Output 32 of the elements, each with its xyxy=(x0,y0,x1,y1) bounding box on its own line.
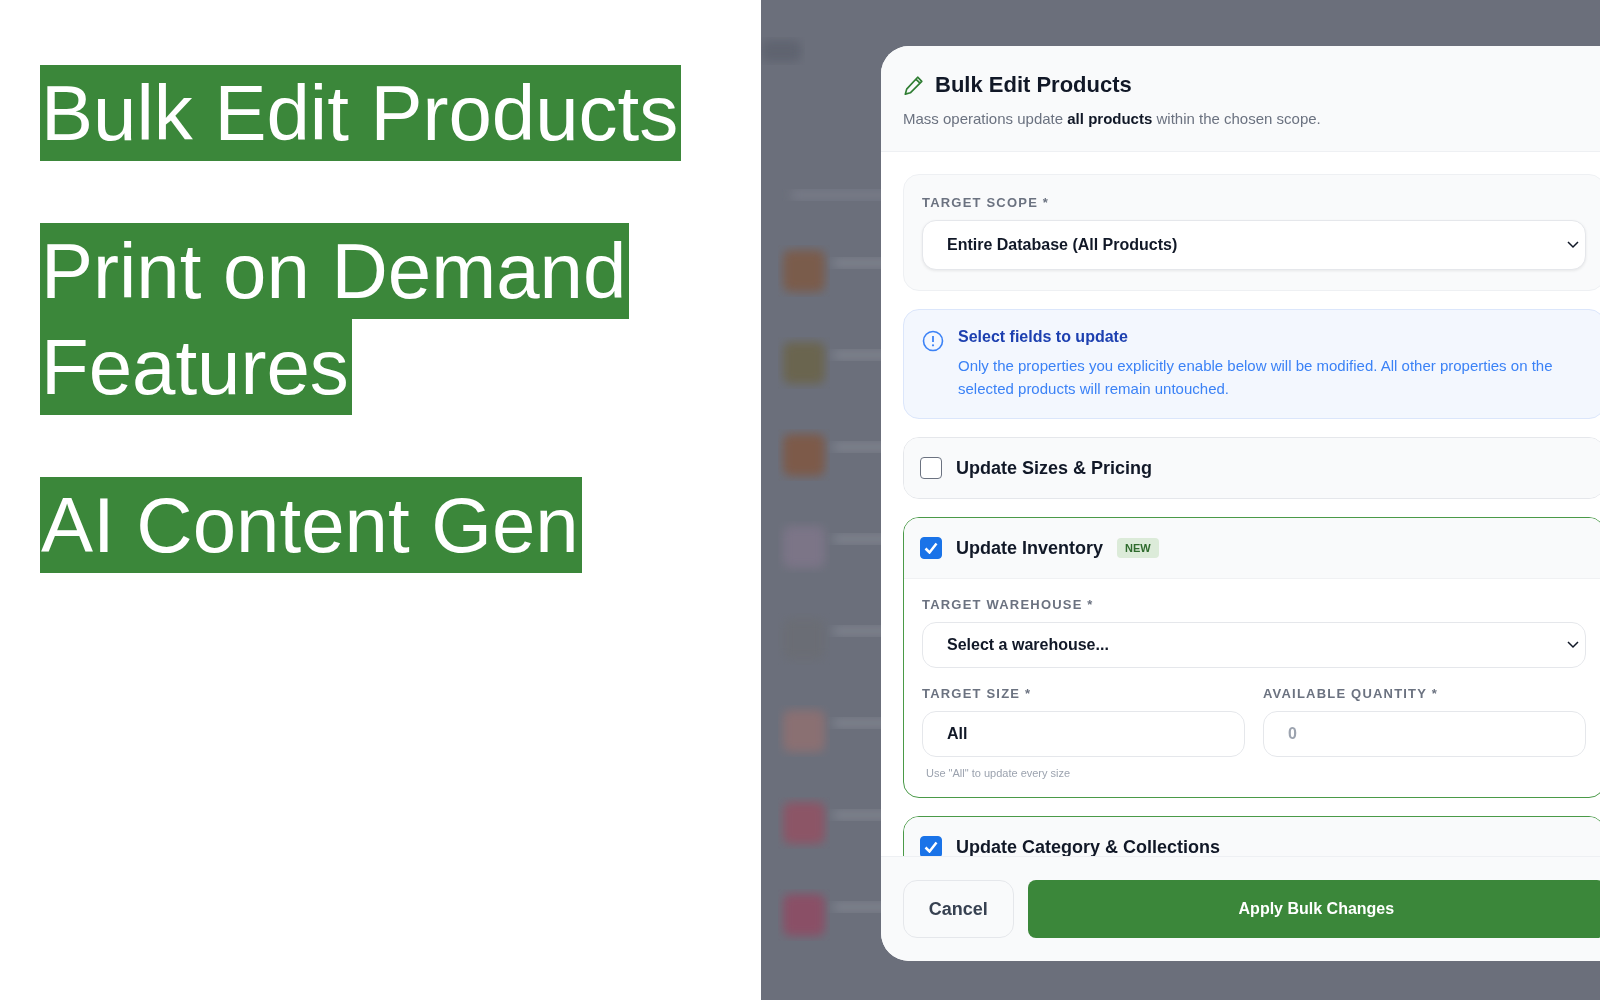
headline: Bulk Edit Products xyxy=(40,65,682,161)
notice-text: Only the properties you explicitly enable below will be modified. All other properties on the selected products will remain untouched. xyxy=(958,356,1554,399)
field-label: AVAILABLE QUANTITY * xyxy=(1263,686,1439,701)
checkbox[interactable] xyxy=(920,457,942,479)
chevron-down-icon xyxy=(1567,641,1579,649)
info-icon xyxy=(922,330,944,352)
field-label: TARGET WAREHOUSE * xyxy=(922,597,1095,612)
pencil-icon xyxy=(903,74,925,96)
headline: AI Content Gen xyxy=(40,477,582,573)
dialog-subtitle: Mass operations update all products within the chosen scope. xyxy=(903,110,1322,127)
checkbox[interactable] xyxy=(920,836,942,856)
headline: Features xyxy=(40,319,352,415)
notice-title: Select fields to update xyxy=(958,328,1129,346)
check-icon xyxy=(924,542,938,554)
new-badge: NEW xyxy=(1117,538,1159,558)
field-label: TARGET SCOPE * xyxy=(922,195,1051,210)
checkbox[interactable] xyxy=(920,537,942,559)
cancel-button[interactable]: Cancel xyxy=(903,880,1014,938)
quantity-field[interactable]: 0 xyxy=(1263,711,1586,757)
chevron-down-icon xyxy=(1567,241,1579,249)
dialog-title: Bulk Edit Products xyxy=(935,72,1132,98)
option-label: Update Inventory xyxy=(956,537,1104,559)
field-label: TARGET SIZE * xyxy=(922,686,1033,701)
check-icon xyxy=(924,841,938,853)
size-field[interactable]: All xyxy=(922,711,1245,757)
apply-button[interactable]: Apply Bulk Changes xyxy=(1027,880,1600,938)
headline: Print on Demand xyxy=(40,223,630,319)
option-label: Update Sizes & Pricing xyxy=(956,457,1153,479)
field-hint: Use "All" to update every size xyxy=(926,767,1072,779)
option-label: Update Category & Collections xyxy=(956,836,1221,856)
scope-select[interactable]: Entire Database (All Products) xyxy=(922,220,1586,270)
warehouse-select[interactable]: Select a warehouse... xyxy=(922,622,1586,668)
